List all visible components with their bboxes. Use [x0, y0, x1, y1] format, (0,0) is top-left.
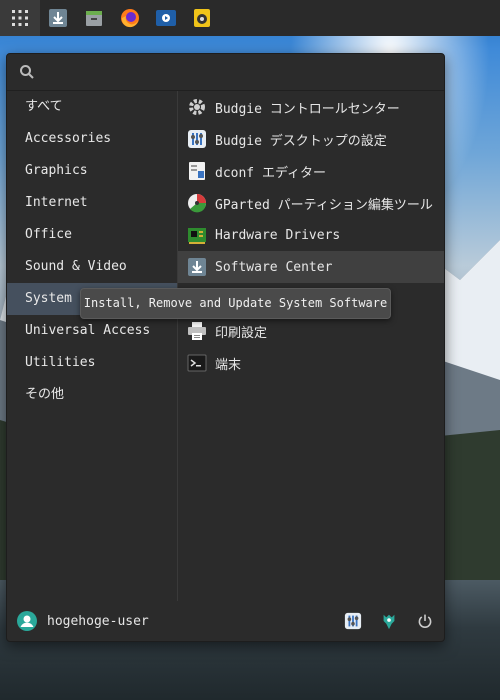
settings-button[interactable]	[342, 610, 364, 632]
file-manager-launcher[interactable]	[76, 0, 112, 36]
menu-footer: hogehoge-user	[7, 602, 444, 640]
download-icon	[49, 9, 67, 27]
category-sound-video[interactable]: Sound & Video	[7, 251, 177, 283]
category-office[interactable]: Office	[7, 219, 177, 251]
firefox-launcher[interactable]	[112, 0, 148, 36]
category-graphics[interactable]: Graphics	[7, 155, 177, 187]
video-player-icon	[156, 10, 176, 26]
budgie-settings-icon	[187, 129, 207, 149]
app-list: Budgie コントロールセンター Budgie デスクトップの設定 dconf…	[178, 91, 444, 601]
file-cabinet-icon	[86, 11, 102, 26]
application-menu: すべて Accessories Graphics Internet Office…	[6, 53, 445, 642]
app-label: Hardware Drivers	[215, 227, 341, 243]
app-software-center[interactable]: Software Center	[178, 251, 444, 283]
lock-icon	[383, 614, 395, 630]
gear-icon	[187, 97, 207, 117]
app-label: 印刷設定	[215, 325, 268, 341]
app-label: Software Center	[215, 259, 333, 275]
search-icon	[20, 65, 34, 79]
app-label: Budgie デスクトップの設定	[215, 133, 387, 149]
media-launcher[interactable]	[148, 0, 184, 36]
app-budgie-control-center[interactable]: Budgie コントロールセンター	[178, 91, 444, 123]
gparted-icon	[187, 193, 207, 213]
app-dconf-editor[interactable]: dconf エディター	[178, 155, 444, 187]
app-gparted[interactable]: GParted パーティション編集ツール	[178, 187, 444, 219]
firefox-icon	[121, 9, 139, 28]
app-label: 端末	[215, 357, 242, 373]
app-print-settings[interactable]: 印刷設定	[178, 315, 444, 347]
category-universal-access[interactable]: Universal Access	[7, 315, 177, 347]
terminal-icon	[187, 353, 207, 373]
printer-icon	[187, 321, 207, 341]
hardware-icon	[187, 225, 207, 245]
category-utilities[interactable]: Utilities	[7, 347, 177, 379]
category-internet[interactable]: Internet	[7, 187, 177, 219]
app-terminal[interactable]: 端末	[178, 347, 444, 379]
search-bar	[7, 54, 444, 91]
category-accessories[interactable]: Accessories	[7, 123, 177, 155]
app-menu-button[interactable]	[0, 0, 40, 36]
download-icon	[187, 257, 207, 277]
user-name[interactable]: hogehoge-user	[47, 614, 149, 629]
power-icon	[418, 614, 432, 628]
app-hardware-drivers[interactable]: Hardware Drivers	[178, 219, 444, 251]
category-other[interactable]: その他	[7, 379, 177, 411]
software-center-launcher[interactable]	[40, 0, 76, 36]
app-budgie-desktop-settings[interactable]: Budgie デスクトップの設定	[178, 123, 444, 155]
category-all[interactable]: すべて	[7, 91, 177, 123]
settings-icon	[344, 612, 362, 630]
lock-button[interactable]	[378, 610, 400, 632]
dconf-icon	[187, 161, 207, 181]
rhythmbox-launcher[interactable]	[184, 0, 220, 36]
user-avatar-icon[interactable]	[17, 611, 37, 631]
search-input[interactable]	[43, 63, 427, 81]
app-label: GParted パーティション編集ツール	[215, 197, 433, 213]
tooltip: Install, Remove and Update System Softwa…	[80, 288, 391, 319]
speaker-icon	[194, 9, 210, 27]
app-label: Budgie コントロールセンター	[215, 101, 400, 117]
top-panel	[0, 0, 500, 36]
power-button[interactable]	[414, 610, 436, 632]
app-label: dconf エディター	[215, 165, 327, 181]
grid-icon	[12, 10, 28, 26]
category-list: すべて Accessories Graphics Internet Office…	[7, 91, 177, 601]
